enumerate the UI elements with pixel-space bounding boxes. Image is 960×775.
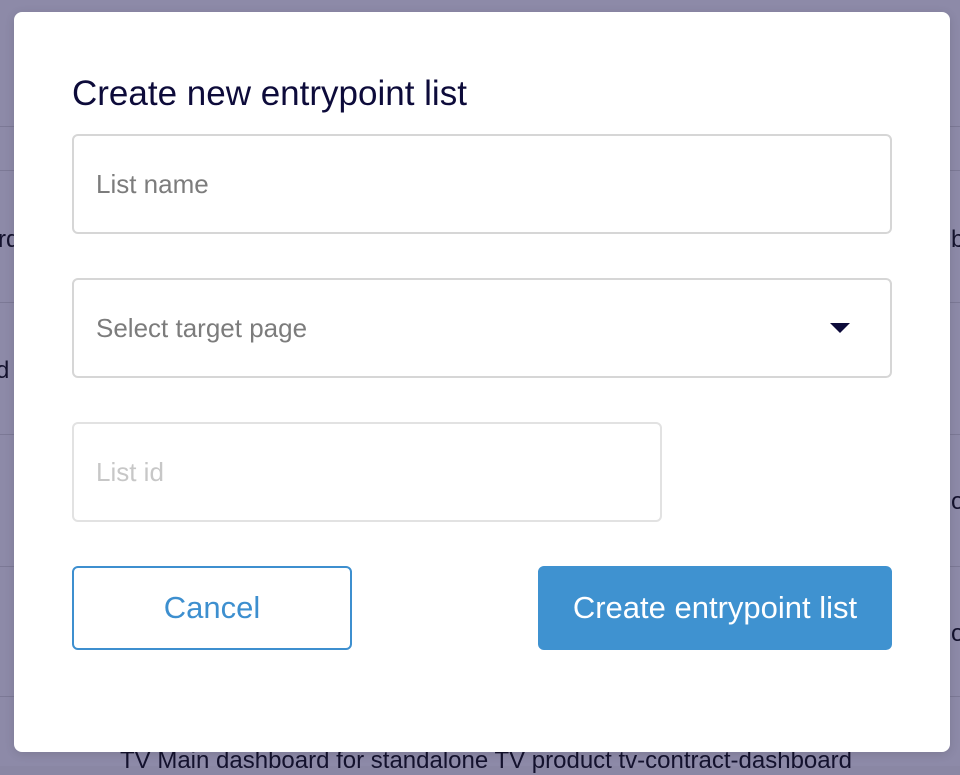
target-page-select-value: Select target page [96, 312, 308, 343]
table-cell-fragment: b [951, 226, 960, 253]
cancel-button[interactable]: Cancel [72, 566, 352, 650]
target-page-select[interactable]: Select target page [72, 278, 892, 378]
table-cell-fragment: o [951, 488, 960, 515]
caret-down-icon [830, 323, 850, 333]
create-entrypoint-list-dialog: Create new entrypoint list Select target… [14, 12, 950, 752]
table-cell-fragment: o [951, 620, 960, 647]
list-id-input[interactable] [72, 422, 662, 522]
dialog-title: Create new entrypoint list [72, 74, 467, 113]
table-cell-fragment: d [0, 357, 10, 384]
list-name-input[interactable] [72, 134, 892, 234]
create-entrypoint-list-button[interactable]: Create entrypoint list [538, 566, 892, 650]
